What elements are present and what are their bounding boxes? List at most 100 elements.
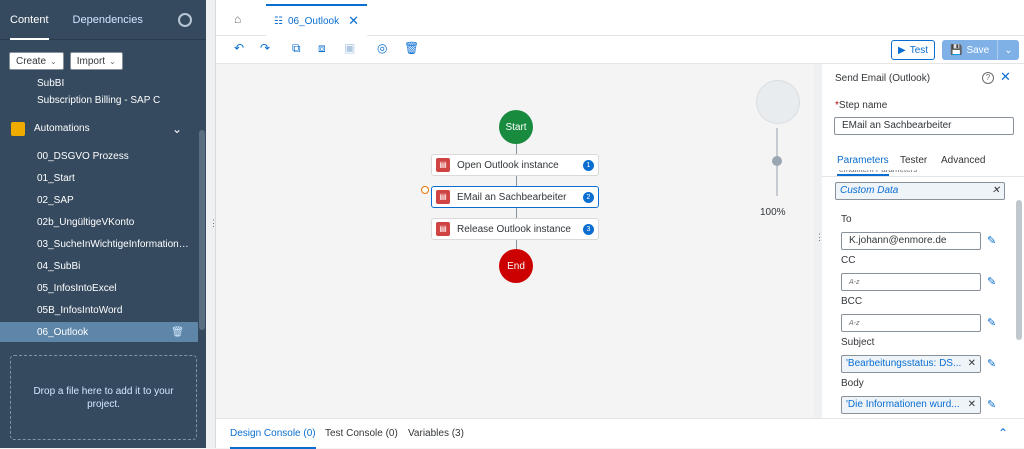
tree-item[interactable]: 04_SubBi xyxy=(0,256,198,278)
remove-icon[interactable]: ✕ xyxy=(992,183,1000,199)
undo-icon[interactable]: ↶ xyxy=(234,41,244,55)
chevron-down-icon[interactable]: ⌄ xyxy=(998,45,1018,56)
chevron-down-icon: ⌄ xyxy=(50,56,57,66)
edit-icon[interactable]: ✎ xyxy=(987,357,996,370)
tab-advanced[interactable]: Advanced xyxy=(941,154,985,176)
cc-field[interactable]: A-z xyxy=(841,273,981,291)
bcc-field[interactable]: A-z xyxy=(841,314,981,332)
clipboard-icon: ▤ xyxy=(436,222,450,236)
sidebar-splitter[interactable]: ⋮ xyxy=(206,0,218,448)
body-field[interactable]: 'Die Informationen wurd... ✕ xyxy=(841,396,981,414)
play-icon: ▶ xyxy=(898,44,906,56)
tab-test-console[interactable]: Test Console (0) xyxy=(325,419,398,449)
zoom-level: 100% xyxy=(760,207,786,218)
bcc-label: BCC xyxy=(841,296,863,307)
panel-title: Send Email (Outlook) xyxy=(835,73,931,84)
tree-item[interactable]: 05_InfosIntoExcel xyxy=(0,278,198,300)
tree-item-selected[interactable]: 06_Outlook 🗑 xyxy=(0,322,198,342)
clipboard-icon: ▤ xyxy=(436,158,450,172)
close-icon[interactable]: ✕ xyxy=(348,13,359,29)
editor-toolbar: ↶ ↷ ⧉ ⧈ ▣ ◎ 🗑 ▶ Test 💾 Save ⌄ xyxy=(216,36,1024,64)
panel-splitter[interactable]: ⋮ xyxy=(814,64,824,418)
to-field[interactable]: K.johann@enmore.de xyxy=(841,232,981,250)
chevron-down-icon[interactable]: ⌄ xyxy=(172,114,182,144)
file-dropzone[interactable]: Drop a file here to add it to your proje… xyxy=(10,355,197,440)
help-icon[interactable]: ? xyxy=(982,72,994,84)
tree-item[interactable]: 01_Start xyxy=(0,168,198,190)
flow-step[interactable]: ▤ Release Outlook instance 3 xyxy=(431,218,599,240)
edit-icon[interactable]: ✎ xyxy=(987,234,996,247)
paste-icon[interactable]: ⧈ xyxy=(318,41,326,56)
import-button[interactable]: Import ⌄ xyxy=(69,52,123,70)
copy-icon[interactable]: ⧉ xyxy=(292,41,301,56)
automation-icon: ☷ xyxy=(274,15,283,27)
remove-icon[interactable]: ✕ xyxy=(968,397,976,413)
save-button[interactable]: 💾 Save ⌄ xyxy=(942,40,1019,60)
step-name-input[interactable]: EMail an Sachbearbeiter xyxy=(834,117,1014,135)
tree-item[interactable]: 00_DSGVO Prozess xyxy=(0,146,198,168)
hide-icon[interactable]: ◎ xyxy=(377,41,387,55)
tree-item[interactable]: 02b_UngültigeVKonto xyxy=(0,212,198,234)
subject-field[interactable]: 'Bearbeitungsstatus: DS... ✕ xyxy=(841,355,981,373)
gear-icon[interactable] xyxy=(178,13,192,27)
test-button[interactable]: ▶ Test xyxy=(891,40,936,60)
tree-item-label: 06_Outlook xyxy=(37,327,89,338)
tree-item[interactable]: 02_SAP xyxy=(0,190,198,212)
tab-design-console[interactable]: Design Console (0) xyxy=(230,419,316,449)
clipboard-icon: ▤ xyxy=(436,190,450,204)
step-label: EMail an Sachbearbeiter xyxy=(457,191,567,203)
sidebar-scrollbar[interactable] xyxy=(199,130,205,330)
step-details-panel: Send Email (Outlook) ? ✕ *Step name EMai… xyxy=(822,64,1024,418)
step-number: 1 xyxy=(583,160,594,171)
chevron-down-icon: ⌄ xyxy=(109,56,116,66)
create-label: Create xyxy=(16,55,47,67)
to-label: To xyxy=(841,214,852,225)
tab-label: 06_Outlook xyxy=(287,15,340,27)
edit-icon[interactable]: ✎ xyxy=(987,398,996,411)
save-icon: 💾 xyxy=(950,44,963,56)
project-tree: SubBI Subscription Billing - SAP C Autom… xyxy=(0,76,198,342)
flow-step[interactable]: ▤ Open Outlook instance 1 xyxy=(431,154,599,176)
zoom-slider-handle[interactable] xyxy=(772,156,782,166)
step-name-label-text: Step name xyxy=(838,100,888,111)
connection-handle[interactable] xyxy=(421,186,429,194)
delete-icon[interactable]: 🗑 xyxy=(404,41,419,55)
tab-dependencies[interactable]: Dependencies xyxy=(73,0,143,40)
edit-icon[interactable]: ✎ xyxy=(987,316,996,329)
save-main[interactable]: 💾 Save xyxy=(942,40,999,60)
body-label: Body xyxy=(841,378,864,389)
edit-icon[interactable]: ✎ xyxy=(987,275,996,288)
flow-step-selected[interactable]: ▤ EMail an Sachbearbeiter 2 xyxy=(431,186,599,208)
start-node[interactable]: Start xyxy=(499,110,533,144)
subject-label: Subject xyxy=(841,337,875,348)
custom-data-token[interactable]: Custom Data ✕ xyxy=(835,182,1005,200)
cc-placeholder: A-z xyxy=(849,279,860,286)
clipboard-icon[interactable]: ▣ xyxy=(344,41,355,55)
pan-control[interactable] xyxy=(756,80,800,124)
tree-item[interactable]: Subscription Billing - SAP C xyxy=(0,90,198,112)
end-node[interactable]: End xyxy=(499,249,533,283)
chevron-up-icon[interactable]: ⌃ xyxy=(998,426,1008,440)
panel-scrollbar[interactable] xyxy=(1016,200,1022,340)
sidebar-actions: Create ⌄ Import ⌄ xyxy=(9,52,123,70)
subject-value: 'Bearbeitungsstatus: DS... xyxy=(846,358,962,369)
tab-06-outlook[interactable]: ☷ 06_Outlook ✕ xyxy=(266,4,368,36)
home-icon[interactable]: ⌂ xyxy=(234,12,241,26)
tab-content[interactable]: Content xyxy=(10,0,49,40)
tab-variables[interactable]: Variables (3) xyxy=(408,419,464,449)
close-icon[interactable]: ✕ xyxy=(1000,69,1011,85)
step-number: 3 xyxy=(583,224,594,235)
tree-item[interactable]: 05B_InfosIntoWord xyxy=(0,300,198,322)
console-bar: Design Console (0) Test Console (0) Vari… xyxy=(216,418,1024,449)
remove-icon[interactable]: ✕ xyxy=(968,356,976,372)
tree-item[interactable]: 03_SucheInWichtigeInformationen... xyxy=(0,234,198,256)
step-label: Open Outlook instance xyxy=(457,159,559,171)
tree-item[interactable]: SubBI xyxy=(0,76,198,90)
create-button[interactable]: Create ⌄ xyxy=(9,52,64,70)
token-label: Custom Data xyxy=(840,185,899,196)
tree-group-automations[interactable]: Automations ⌄ xyxy=(0,114,198,144)
trash-icon[interactable]: 🗑 xyxy=(171,322,184,342)
section-label-cut: emailItem Parameters xyxy=(839,170,917,176)
redo-icon[interactable]: ↷ xyxy=(260,41,270,55)
import-label: Import xyxy=(76,55,106,67)
